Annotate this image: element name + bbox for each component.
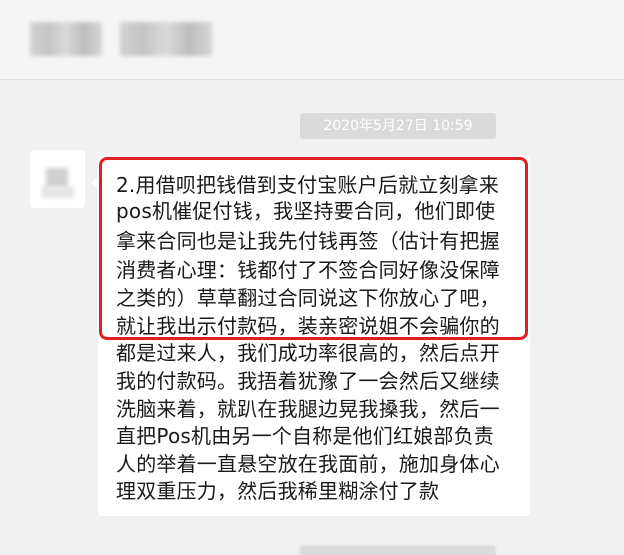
message-line-10: 直把Pos机由另一个自称是他们红娘部负责: [116, 424, 495, 448]
message-line-11: 人的举着一直悬空放在我面前，施加身体心: [116, 452, 500, 476]
red-highlight-annotation: [99, 157, 528, 340]
redacted-contact-name: [30, 22, 102, 56]
message-line-12: 理双重压力，然后我稀里糊涂付了款: [116, 479, 440, 503]
avatar-image-redacted-lower: [42, 186, 74, 198]
next-message-timestamp-redacted: [300, 545, 496, 555]
chat-window: 2020年5月27日 10:59 2.用借呗把钱借到支付宝账户后就立刻拿来 po…: [0, 0, 624, 555]
message-timestamp: 2020年5月27日 10:59: [300, 113, 496, 139]
message-line-7: 都是过来人，我们成功率很高的，然后点开: [116, 341, 500, 365]
avatar-image-redacted: [46, 168, 68, 188]
redacted-contact-detail: [120, 22, 212, 56]
sender-avatar[interactable]: [30, 150, 85, 208]
message-line-8: 我的付款码。我捂着犹豫了一会然后又继续: [116, 369, 500, 393]
message-line-9: 洗脑来着，就趴在我腿边晃我搡我，然后一: [116, 397, 500, 421]
chat-title-bar: [0, 0, 624, 80]
